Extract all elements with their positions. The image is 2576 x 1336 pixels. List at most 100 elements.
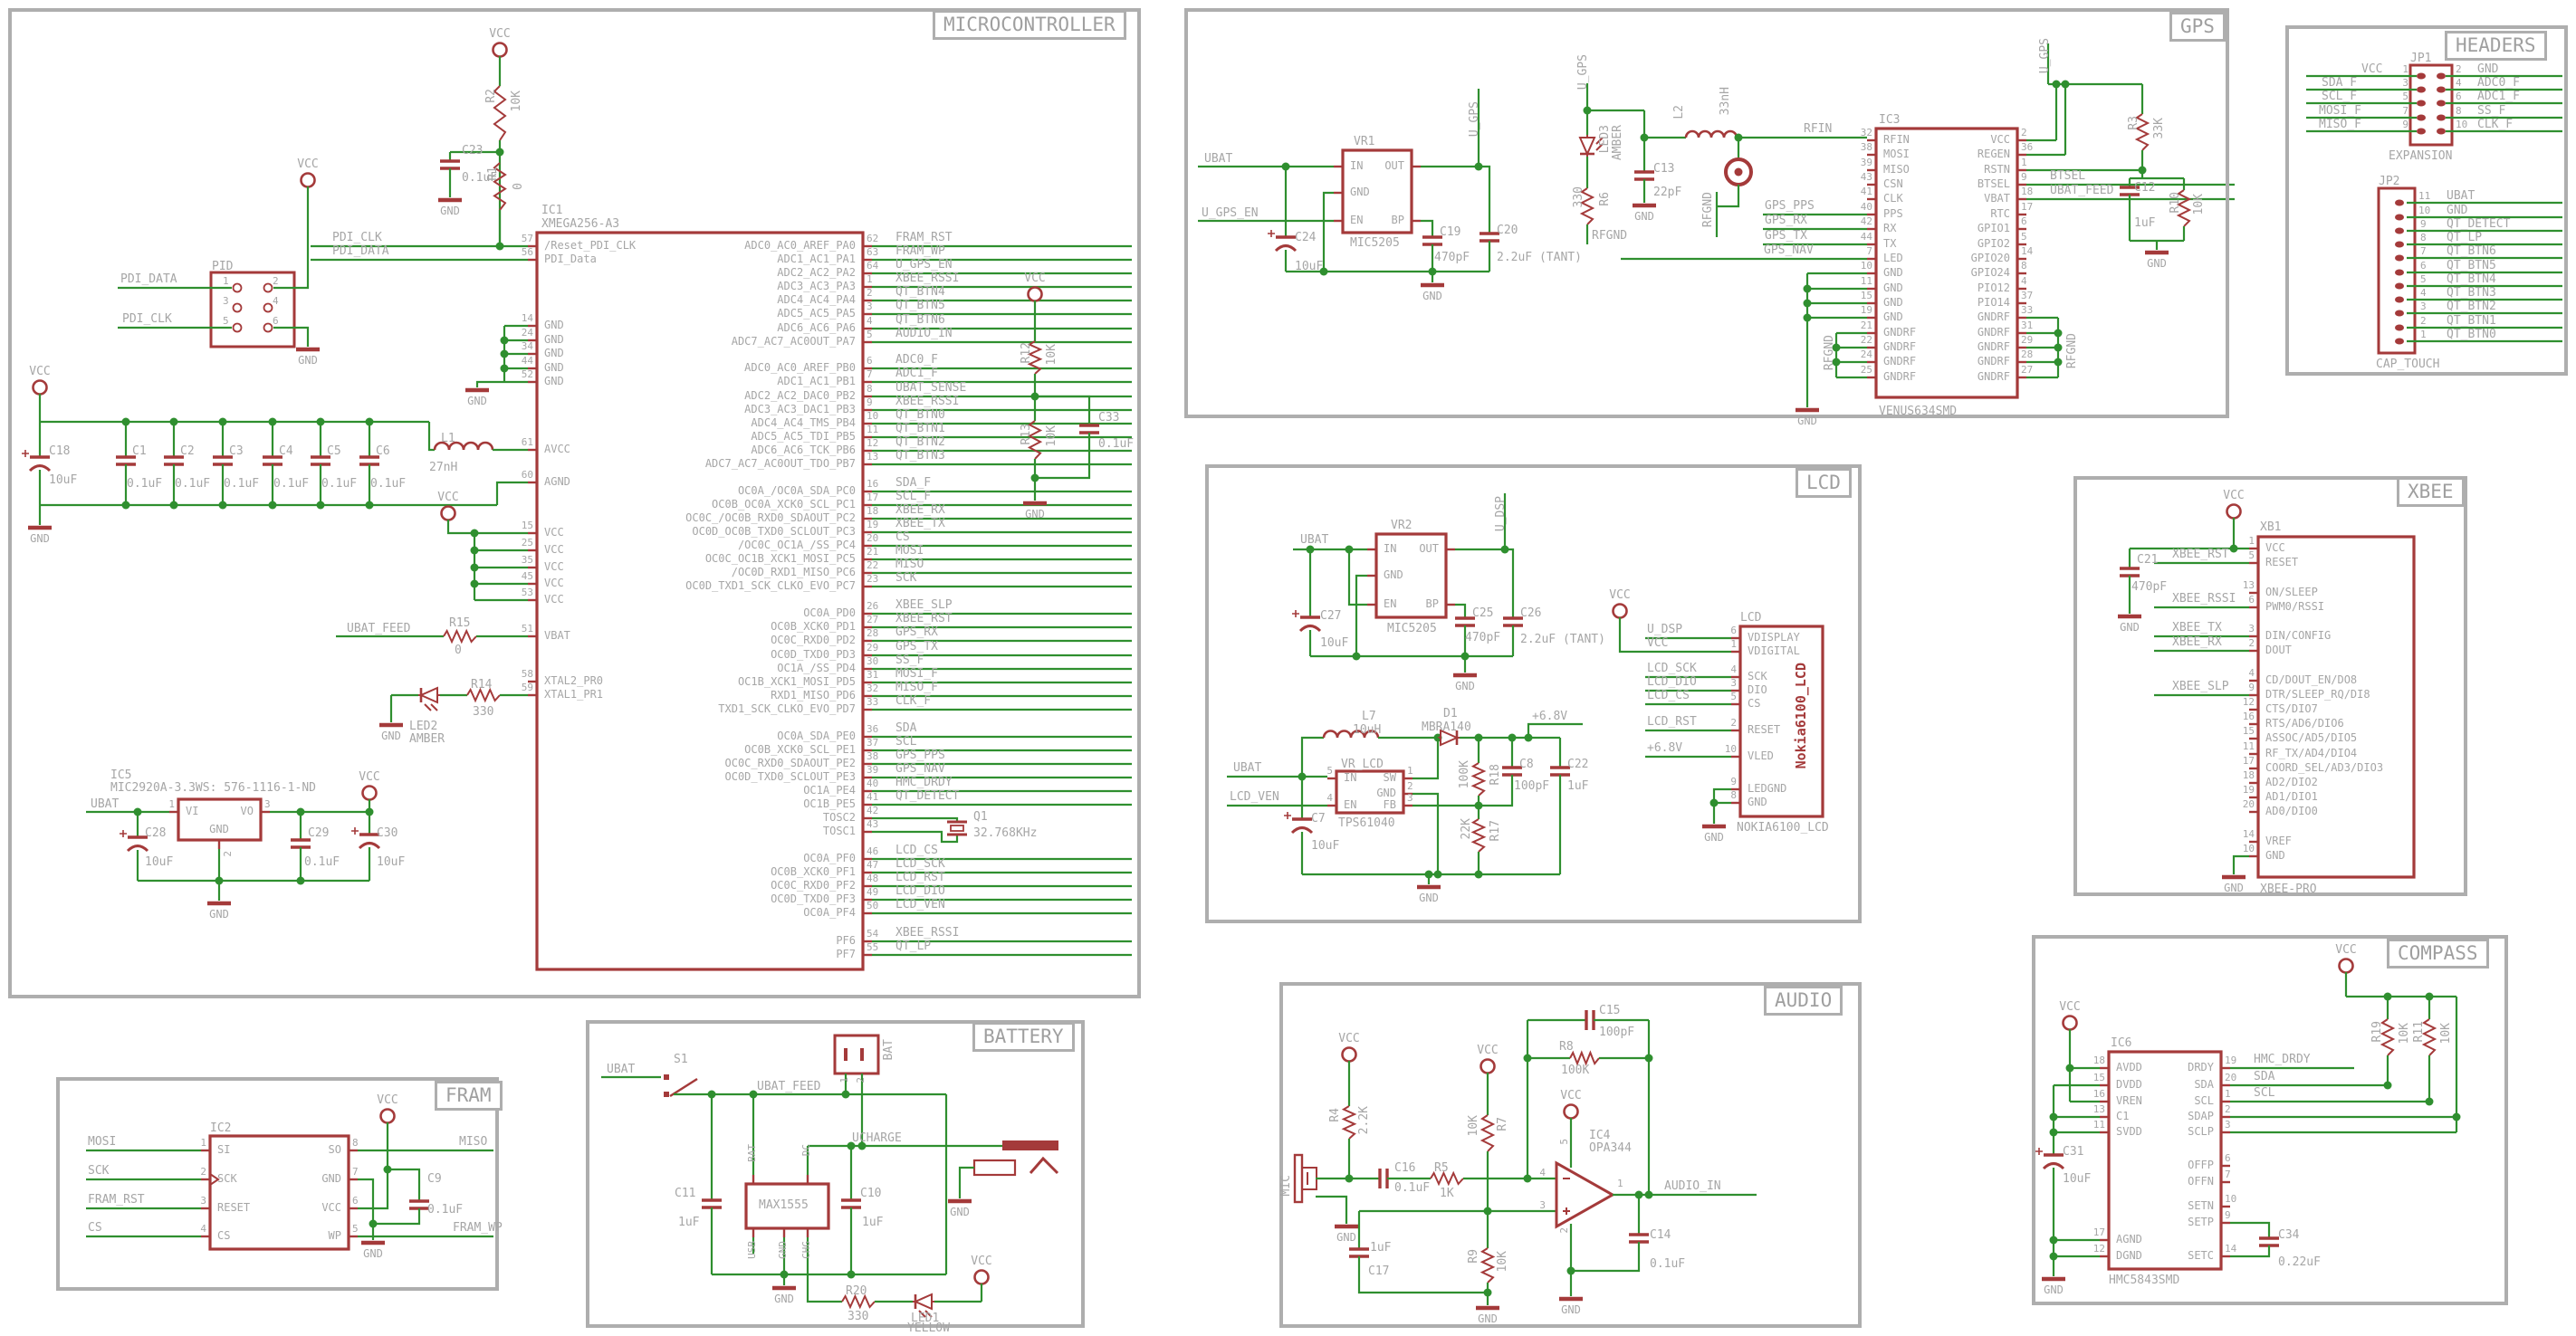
label: IC4	[1589, 1130, 1610, 1141]
label: VDISPLAY	[1748, 632, 1800, 643]
label: GPS_RX	[1765, 215, 1807, 226]
label: 4	[2248, 668, 2255, 678]
label: PIO12	[1977, 282, 2010, 293]
label: ADC3_AC3_DAC1_PB3	[744, 404, 856, 415]
label: 1	[2420, 329, 2427, 339]
label: 3	[264, 799, 271, 809]
section-battery	[586, 1020, 1085, 1328]
label: U_DSP	[1647, 624, 1682, 635]
label: 8	[352, 1138, 359, 1148]
label: 14	[2021, 246, 2033, 256]
label: MISO	[459, 1136, 487, 1148]
label: U_GPS	[1469, 101, 1480, 137]
label: XBEE_RSSI	[895, 927, 959, 939]
label: 59	[522, 682, 533, 692]
label: SI	[217, 1144, 230, 1155]
label: 8	[2456, 106, 2462, 116]
label: 38	[1861, 142, 1872, 152]
label: R6	[1599, 192, 1611, 206]
label: GND	[1748, 797, 1767, 807]
label: GND	[544, 334, 564, 345]
label: R2	[485, 89, 497, 103]
label: 5	[1559, 1139, 1569, 1145]
label: L1	[441, 433, 455, 444]
label: 42	[1861, 216, 1872, 226]
label: 1	[1730, 639, 1737, 649]
label: MISO_F	[895, 682, 938, 693]
label: 4	[1326, 793, 1333, 803]
label: 1	[2402, 64, 2408, 74]
label: 21	[1861, 320, 1872, 330]
label: 10	[867, 411, 878, 421]
label: 470pF	[1465, 632, 1500, 644]
label: XBEE_RX	[895, 504, 945, 516]
label: GNDRF	[1883, 327, 1916, 338]
label: ADC7_AC7_AC0OUT_PA7	[732, 336, 856, 347]
label: 0.1uF	[1098, 438, 1134, 450]
label: FB	[1384, 799, 1396, 810]
label: C20	[1497, 224, 1518, 236]
label: OFFN	[2188, 1176, 2214, 1187]
label: TOSC1	[823, 825, 856, 836]
label: GND	[778, 1241, 788, 1259]
label: ADC0_F	[2477, 77, 2520, 89]
label: U_GPS	[1577, 54, 1589, 90]
label: SDA	[2254, 1071, 2274, 1083]
label: SW	[1384, 772, 1396, 783]
label: 7	[1866, 246, 1872, 256]
label: GND	[2120, 622, 2140, 633]
label: PDI_CLK	[122, 313, 172, 325]
label: VCC	[544, 561, 564, 572]
label: TPS61040	[1338, 817, 1395, 829]
label: MISO	[1883, 164, 1910, 175]
label: 5	[223, 316, 229, 326]
label: 4	[200, 1224, 206, 1234]
label: 8	[2420, 233, 2427, 243]
label: 33	[2021, 305, 2033, 315]
label: IC5	[110, 769, 131, 781]
label: 3	[1539, 1200, 1546, 1210]
label: EN	[1350, 215, 1363, 225]
label: 2	[273, 276, 279, 286]
label: ADC4_AC4_PA4	[777, 294, 856, 305]
label: 24	[522, 328, 533, 338]
label: DC	[801, 1144, 811, 1156]
label: SETC	[2188, 1250, 2214, 1261]
label: UBAT	[1300, 534, 1328, 546]
label: 1	[2021, 157, 2027, 167]
label: 17	[2243, 756, 2255, 766]
label: XBEE_RST	[895, 613, 953, 625]
label: 10uH	[1353, 724, 1381, 736]
label: 0.1uF	[224, 478, 259, 490]
label: GND	[2265, 850, 2285, 861]
label: OC1A_/SS_PD4	[777, 663, 856, 673]
label: U_GPS_EN	[1202, 207, 1259, 219]
section-microcontroller	[8, 8, 1141, 998]
label: 19	[1861, 305, 1872, 315]
label: LCD_DIO	[895, 885, 945, 897]
label: 10uF	[49, 474, 77, 486]
label: 15	[2243, 726, 2255, 736]
label: HMC_DRDY	[895, 777, 953, 788]
label: 18	[2093, 1055, 2105, 1065]
label: R17	[1489, 820, 1501, 841]
label: C22	[1567, 759, 1588, 770]
label: XTAL1_PR1	[544, 689, 603, 700]
label: C4	[279, 445, 293, 457]
label: 61	[522, 437, 533, 447]
label: 1	[200, 1138, 206, 1148]
label: RSTN	[1984, 164, 2010, 175]
label: UBAT	[1233, 762, 1261, 774]
label: 1K	[1440, 1188, 1454, 1199]
label: BP	[1426, 598, 1439, 609]
section-title-fram: FRAM	[435, 1081, 503, 1111]
label: 6	[867, 356, 873, 366]
label: 18	[867, 506, 878, 516]
label: PDI_Data	[544, 253, 597, 264]
label: S1	[674, 1054, 688, 1065]
label: GNDRF	[1977, 356, 2010, 367]
label: SETN	[2188, 1200, 2214, 1211]
label: MISO_F	[2319, 119, 2361, 130]
label: U_GPS_EN	[895, 259, 953, 271]
label: 3	[200, 1196, 206, 1206]
